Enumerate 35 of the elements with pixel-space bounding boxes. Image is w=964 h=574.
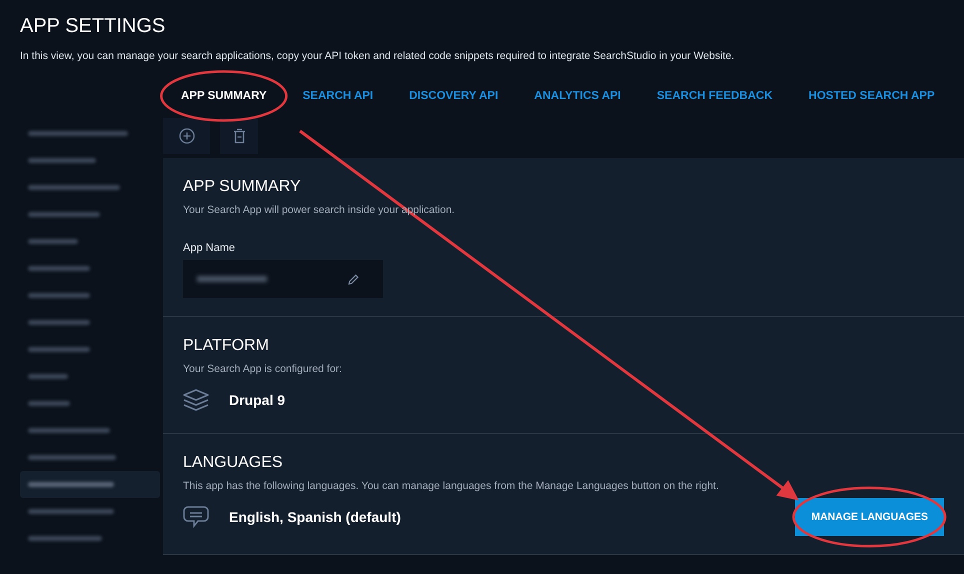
blurred-text: [28, 158, 96, 163]
add-button[interactable]: [163, 118, 210, 154]
app-name-field[interactable]: [183, 260, 383, 298]
blurred-text: [197, 276, 267, 282]
tab[interactable]: DISCOVERY API: [391, 82, 516, 110]
manage-languages-button[interactable]: MANAGE LANGUAGES: [795, 498, 944, 536]
blurred-text: [28, 401, 70, 406]
page-description: In this view, you can manage your search applications, copy your API token and related code snippets required to integrate SearchStudio in your Website.: [20, 50, 736, 62]
field-label: App Name: [183, 242, 236, 254]
tab[interactable]: ANALYTICS API: [516, 82, 639, 110]
language-list: English, Spanish (default): [229, 509, 401, 525]
page-title: APP SETTINGS: [20, 14, 166, 39]
blurred-text: [28, 212, 100, 217]
tab[interactable]: HOSTED SEARCH APP: [790, 82, 953, 110]
trash-icon: [232, 128, 246, 144]
section-title: LANGUAGES: [183, 454, 284, 472]
section-title: PLATFORM: [183, 337, 270, 355]
add-icon: [178, 128, 194, 144]
blurred-text: [28, 347, 90, 352]
blurred-text: [28, 374, 68, 379]
chat-icon: [183, 506, 209, 528]
blurred-text: [28, 266, 90, 271]
section-title: APP SUMMARY: [183, 178, 302, 196]
pencil-icon[interactable]: [348, 274, 359, 284]
section-description: This app has the following languages. You can manage languages from the Manage Languages button on the right.: [183, 480, 720, 492]
blurred-text: [28, 239, 78, 244]
sidebar-item[interactable]: [20, 471, 160, 498]
delete-button[interactable]: [220, 118, 258, 154]
tab[interactable]: SEARCH FEEDBACK: [638, 82, 791, 110]
blurred-text: [28, 293, 90, 298]
section-description: Your Search App is configured for:: [183, 363, 343, 375]
blurred-text: [28, 320, 90, 325]
platform-name: Drupal 9: [229, 392, 286, 408]
tab[interactable]: SEARCH API: [284, 82, 392, 110]
layers-icon: [183, 389, 209, 411]
